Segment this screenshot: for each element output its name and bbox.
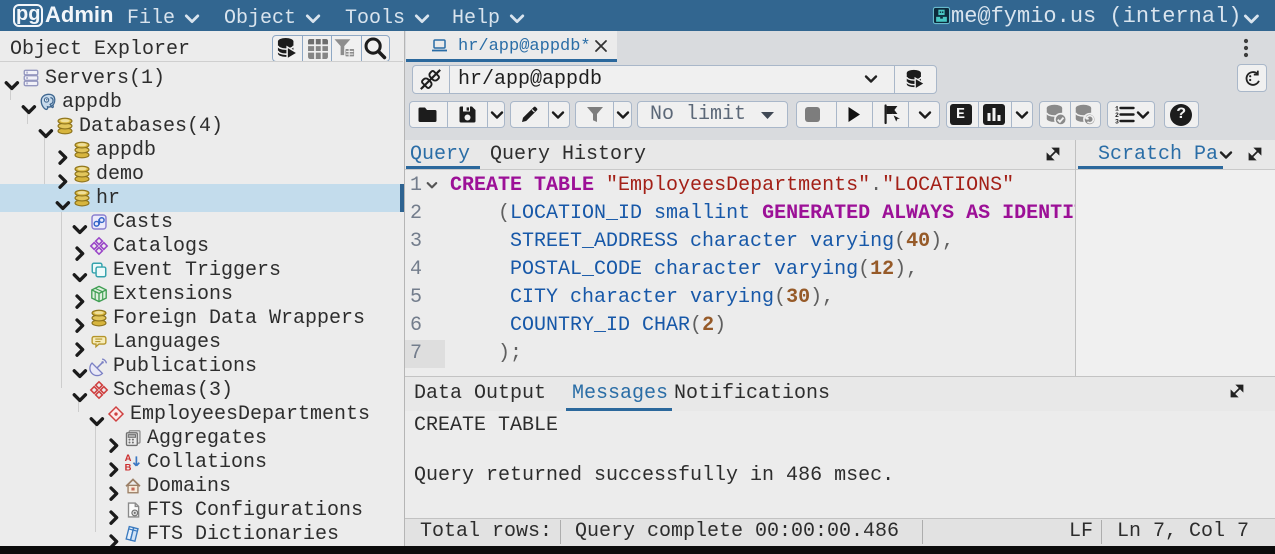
svg-text:B: B xyxy=(125,462,132,473)
svg-text:3: 3 xyxy=(1115,118,1119,125)
